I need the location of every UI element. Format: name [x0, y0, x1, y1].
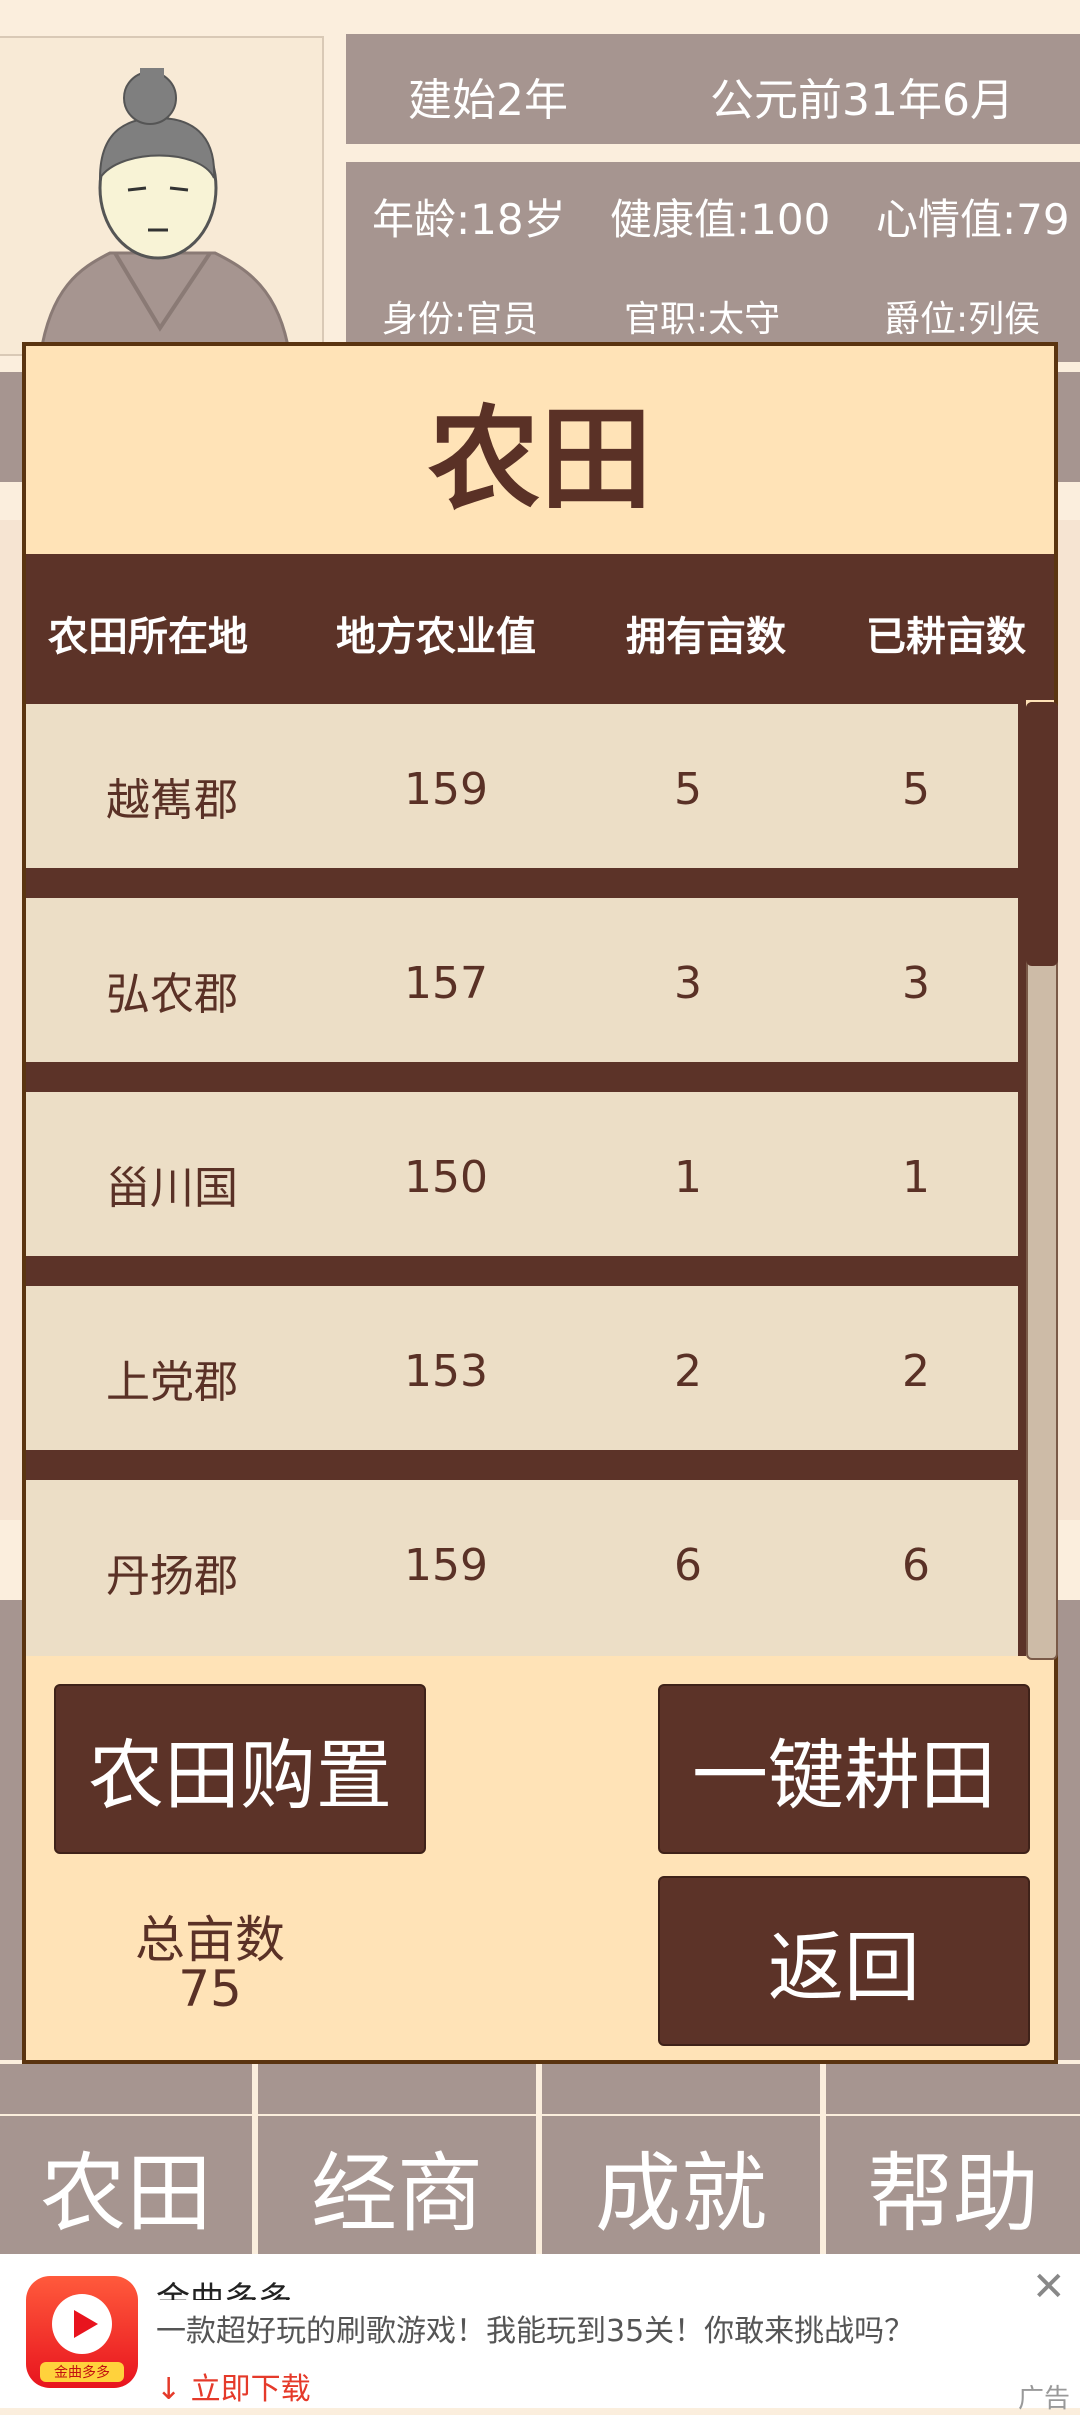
list-scrollbar[interactable] — [1026, 702, 1058, 1660]
buy-farmland-button[interactable]: 农田购置 — [54, 1684, 426, 1854]
ad-app-logo[interactable]: 金曲多多 — [26, 2276, 138, 2388]
identity-label: 身份:官员 — [382, 299, 539, 340]
table-header: 农田所在地 地方农业值 拥有亩数 已耕亩数 — [26, 554, 1054, 700]
row-plowed: 5 — [902, 764, 930, 815]
scrollbar-thumb[interactable] — [1026, 702, 1058, 966]
mood-label: 心情值:79 — [876, 195, 1070, 244]
era-label: 建始2年 — [408, 75, 568, 126]
row-owned: 6 — [674, 1540, 702, 1591]
nav-trade[interactable]: 经商 — [258, 2116, 536, 2254]
col-agri-value: 地方农业值 — [336, 614, 536, 660]
background-tile — [0, 2064, 252, 2114]
row-location: 上党郡 — [106, 1357, 238, 1408]
close-icon[interactable]: ✕ — [1032, 2264, 1066, 2310]
row-location: 丹扬郡 — [106, 1551, 238, 1602]
nav-help[interactable]: 帮助 — [826, 2116, 1080, 2254]
background-tile — [258, 2064, 536, 2114]
nav-achievements[interactable]: 成就 — [542, 2116, 820, 2254]
row-agri-value: 159 — [404, 764, 488, 815]
stats-bar: 年龄:18岁 健康值:100 心情值:79 身份:官员 官职:太守 爵位:列侯 — [346, 162, 1080, 362]
background-tile — [542, 2064, 820, 2114]
col-plowed: 已耕亩数 — [866, 614, 1026, 660]
table-row[interactable]: 越嶲郡 159 5 5 — [26, 700, 1018, 872]
table-row[interactable]: 弘农郡 157 3 3 — [26, 894, 1018, 1066]
col-location: 农田所在地 — [48, 614, 248, 660]
ad-banner[interactable]: 金曲多多 金曲多多 一款超好玩的刷歌游戏！我能玩到35关！你敢来挑战吗？ ↓ 立… — [0, 2254, 1080, 2414]
row-owned: 2 — [674, 1346, 702, 1397]
row-owned: 1 — [674, 1152, 702, 1203]
ad-logo-text: 金曲多多 — [54, 2364, 110, 2381]
one-key-plow-button[interactable]: 一键耕田 — [658, 1684, 1030, 1854]
official-avatar-icon — [39, 68, 291, 354]
row-owned: 5 — [674, 764, 702, 815]
play-icon: 金曲多多 — [40, 2294, 124, 2382]
dialog-title: 农田 — [428, 395, 652, 525]
col-owned: 拥有亩数 — [626, 614, 786, 660]
health-label: 健康值:100 — [610, 195, 831, 244]
ad-tag: 广告 — [1018, 2384, 1071, 2414]
total-acres-value: 75 — [178, 1960, 242, 2018]
row-owned: 3 — [674, 958, 702, 1009]
row-plowed: 3 — [902, 958, 930, 1009]
farmland-dialog: 农田 农田所在地 地方农业值 拥有亩数 已耕亩数 越嶲郡 159 5 5 弘农郡… — [22, 342, 1058, 2064]
row-plowed: 2 — [902, 1346, 930, 1397]
row-agri-value: 153 — [404, 1346, 488, 1397]
back-button[interactable]: 返回 — [658, 1876, 1030, 2046]
row-location: 越嶲郡 — [106, 775, 238, 826]
bottom-nav: 农田 经商 成就 帮助 — [0, 2116, 1080, 2254]
rank-label: 爵位:列侯 — [884, 299, 1041, 340]
background-tile — [826, 2064, 1080, 2114]
row-plowed: 1 — [902, 1152, 930, 1203]
row-agri-value: 159 — [404, 1540, 488, 1591]
row-location: 甾川国 — [106, 1163, 238, 1214]
row-plowed: 6 — [902, 1540, 930, 1591]
ad-description[interactable]: 一款超好玩的刷歌游戏！我能玩到35关！你敢来挑战吗？ — [156, 2306, 914, 2350]
row-location: 弘农郡 — [106, 969, 238, 1020]
row-agri-value: 150 — [404, 1152, 488, 1203]
nav-farmland[interactable]: 农田 — [0, 2116, 252, 2254]
character-portrait — [0, 36, 324, 356]
ad-download-link[interactable]: ↓ 立即下载 — [156, 2364, 311, 2404]
age-label: 年龄:18岁 — [372, 195, 566, 244]
office-label: 官职:太守 — [624, 299, 781, 340]
table-row[interactable]: 甾川国 150 1 1 — [26, 1088, 1018, 1260]
ad-title[interactable]: 金曲多多 — [156, 2272, 292, 2300]
table-row[interactable]: 丹扬郡 159 6 6 — [26, 1476, 1018, 1656]
date-label: 公元前31年6月 — [710, 75, 1014, 126]
table-row[interactable]: 上党郡 153 2 2 — [26, 1282, 1018, 1454]
row-agri-value: 157 — [404, 958, 488, 1009]
date-bar: 建始2年 公元前31年6月 — [346, 34, 1080, 144]
